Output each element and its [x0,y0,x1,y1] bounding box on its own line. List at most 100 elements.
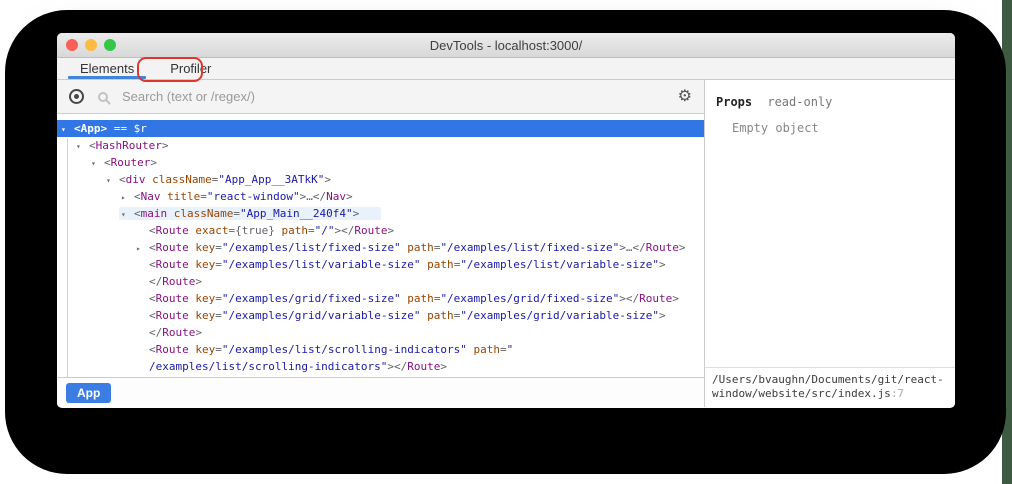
code-segment: < [149,241,156,254]
code-segment: >…</ [300,190,327,203]
code-segment: < [149,309,156,322]
tree-row[interactable]: <Route key="/examples/grid/fixed-size" p… [57,290,704,307]
code-segment: Route [156,241,189,254]
elements-panel: ⚙ ▾<App> == $r▾<HashRouter>▾<Router>▾<di… [57,80,705,407]
code-segment: = [500,343,507,356]
tree-row[interactable]: ▾<App> == $r [57,120,704,137]
tree-row[interactable]: </Route> [57,273,704,290]
code-segment: < [149,343,156,356]
code-segment: < [134,207,141,220]
props-panel: Props read-only Empty object /Users/bvau… [705,80,955,407]
code-segment: Route [162,326,195,339]
code-segment: "/examples/grid/fixed-size" [440,292,619,305]
tab-elements[interactable]: Elements [62,58,152,79]
code-segment: </ [149,275,162,288]
tree-row[interactable]: <Route key="/examples/list/scroll-to-ite… [57,375,704,377]
code-segment: "/examples/list/fixed-size" [222,241,401,254]
code-segment: Route [646,241,679,254]
close-button[interactable] [66,39,78,51]
code-segment: < [134,190,141,203]
titlebar[interactable]: DevTools - localhost:3000/ [57,33,955,58]
tree-row[interactable]: <Route key="/examples/grid/variable-size… [57,307,704,324]
chevron-down-icon[interactable]: ▾ [121,206,134,223]
props-readonly-badge: read-only [767,95,832,109]
chevron-down-icon[interactable]: ▾ [61,121,74,138]
code-segment: "/" [315,224,335,237]
tree-row[interactable]: <Route exact={true} path="/"></Route> [57,222,704,239]
screenshot-stage: DevTools - localhost:3000/ Elements Prof… [0,0,1012,484]
tree-row[interactable]: ▾<Router> [57,154,704,171]
search-bar: ⚙ [57,80,704,114]
code-segment: "/examples/list/variable-size" [460,258,659,271]
code-segment: = [215,292,222,305]
minimize-button[interactable] [85,39,97,51]
code-segment: Nav [141,190,161,203]
code-segment: < [104,156,111,169]
code-segment: > [353,207,360,220]
code-segment: = [215,309,222,322]
code-segment: > [324,173,331,186]
window-title: DevTools - localhost:3000/ [57,33,955,58]
breadcrumb-item-app[interactable]: App [66,383,111,403]
code-segment: className [146,173,212,186]
source-location[interactable]: /Users/bvaughn/Documents/git/react- wind… [705,367,955,407]
code-segment: className [167,207,233,220]
code-segment: > [679,241,686,254]
props-empty-object: Empty object [705,109,955,135]
code-segment: >…</ [619,241,646,254]
code-segment: path [401,292,434,305]
tree-row[interactable]: ▾<div className="App_App__3ATkK"> [57,171,704,188]
search-input[interactable] [122,89,664,104]
code-segment: Route [354,224,387,237]
code-segment: title [161,190,201,203]
code-segment: "/examples/grid/fixed-size" [222,292,401,305]
code-segment: < [149,258,156,271]
code-segment: < [149,224,156,237]
main-split: ⚙ ▾<App> == $r▾<HashRouter>▾<Router>▾<di… [57,80,955,407]
code-segment: path [467,343,500,356]
breadcrumb: App [57,377,704,407]
code-segment: Route [156,343,189,356]
code-segment: ={true} [229,224,275,237]
tree-row[interactable]: <Route key="/examples/list/scrolling-ind… [57,341,704,358]
code-segment: ></ [387,360,407,373]
tree-row[interactable]: <Route key="/examples/list/variable-size… [57,256,704,273]
chevron-down-icon[interactable]: ▾ [76,138,89,155]
code-segment: key [189,343,216,356]
code-segment: key [189,241,216,254]
code-segment: "/examples/list/scrolling-indicators" [222,343,467,356]
code-segment: "/examples/grid/variable-size" [460,309,659,322]
tree-row[interactable]: /examples/list/scrolling-indicators"></R… [57,358,704,375]
code-segment: key [189,292,216,305]
code-segment: == [107,122,134,135]
chevron-right-icon[interactable]: ▸ [136,240,149,257]
devtools-window: DevTools - localhost:3000/ Elements Prof… [57,33,955,408]
chevron-down-icon[interactable]: ▾ [106,172,119,189]
tab-bar: Elements Profiler [57,58,955,80]
code-segment: = [308,224,315,237]
code-segment: > [387,224,394,237]
code-segment: main [141,207,168,220]
tree-row[interactable]: ▾<main className="App_Main__240f4"> [57,205,704,222]
props-title: Props [716,95,752,109]
tree-row[interactable]: ▾<HashRouter> [57,137,704,154]
inspect-element-icon[interactable] [69,89,84,104]
gear-icon[interactable]: ⚙ [678,89,692,105]
source-line-number: :7 [891,387,904,400]
code-segment: key [189,309,216,322]
code-segment: = [215,343,222,356]
tree-row[interactable]: </Route> [57,324,704,341]
chevron-right-icon[interactable]: ▸ [121,189,134,206]
tab-profiler[interactable]: Profiler [152,58,229,79]
code-segment: < [149,292,156,305]
tree-row[interactable]: ▸<Nav title="react-window">…</Nav> [57,188,704,205]
code-segment: <App> [74,122,107,135]
code-segment: key [189,258,216,271]
chevron-down-icon[interactable]: ▾ [91,155,104,172]
code-segment: " [507,343,514,356]
code-segment: "react-window" [207,190,300,203]
code-segment: < [89,139,96,152]
zoom-button[interactable] [104,39,116,51]
code-segment: Route [156,258,189,271]
tree-row[interactable]: ▸<Route key="/examples/list/fixed-size" … [57,239,704,256]
